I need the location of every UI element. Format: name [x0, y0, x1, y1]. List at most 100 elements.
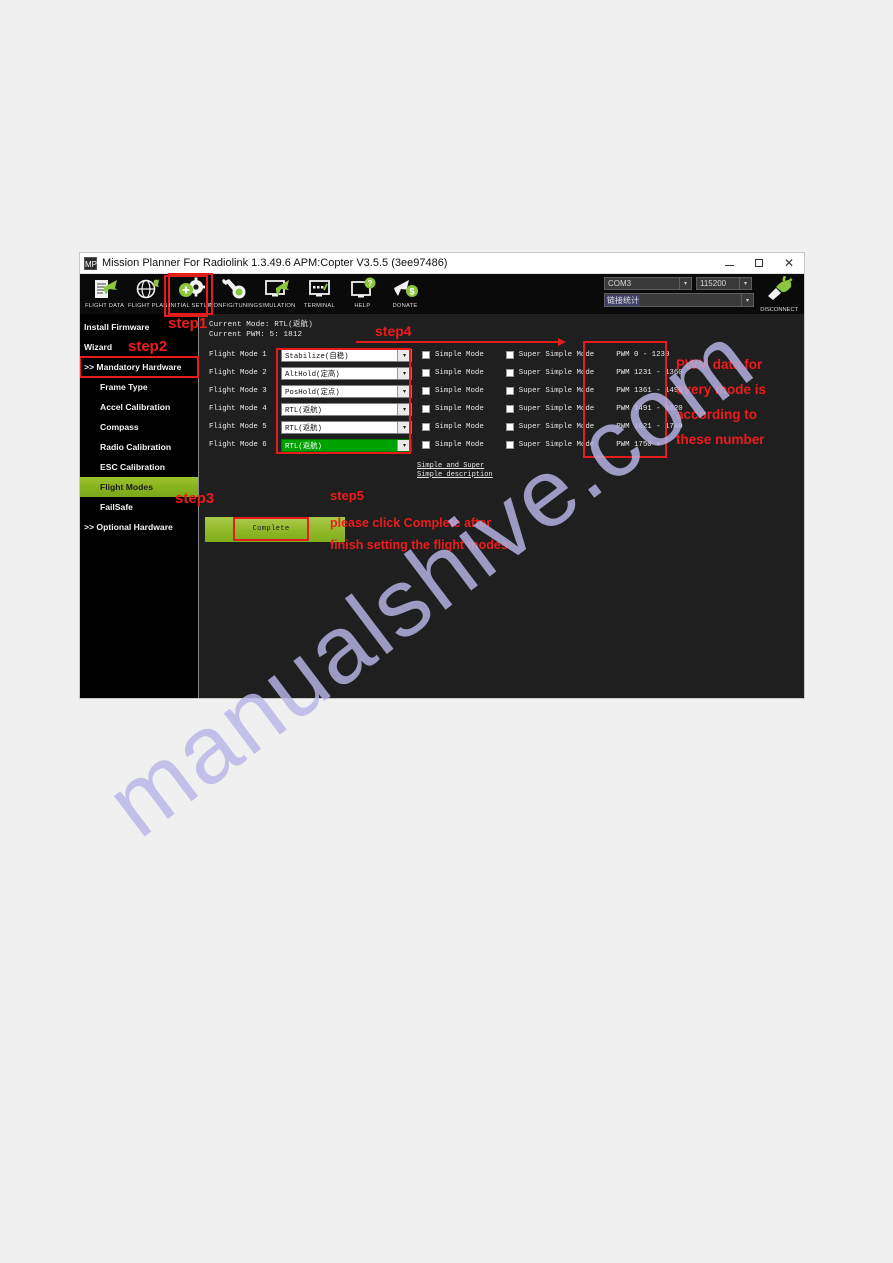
super-simple-mode-checkbox[interactable]: Super Simple Mode: [505, 387, 594, 395]
sidebar-item-compass[interactable]: Compass: [80, 417, 198, 437]
annotation-arrow-line: [356, 341, 560, 343]
checkbox-box: [505, 351, 514, 359]
simple-mode-label: Simple Mode: [435, 387, 484, 395]
sidebar-item-optional-hardware[interactable]: >> Optional Hardware: [80, 517, 198, 537]
annotation-box-initial-setup: [164, 275, 208, 317]
flight-mode-label: Flight Mode 4: [209, 405, 267, 413]
super-simple-mode-checkbox[interactable]: Super Simple Mode: [505, 441, 594, 449]
simple-mode-label: Simple Mode: [435, 405, 484, 413]
simple-description-link[interactable]: Simple and Super Simple description: [417, 462, 493, 479]
simple-mode-checkbox[interactable]: Simple Mode: [422, 405, 484, 413]
chevron-down-icon: ▾: [741, 294, 753, 306]
super-simple-mode-checkbox[interactable]: Super Simple Mode: [505, 405, 594, 413]
checkbox-box: [422, 351, 430, 359]
baud-rate-value: 115200: [700, 279, 727, 288]
annotation-pwm-note-line3: according to: [676, 407, 758, 422]
sidebar-item-label: Wizard: [84, 342, 113, 352]
sidebar-item-label: Flight Modes: [100, 482, 153, 492]
toolbar-item-config-tuning[interactable]: CONFIG/TUNING: [208, 274, 259, 314]
annotation-step5: step5: [330, 488, 364, 503]
window-title: Mission Planner For Radiolink 1.3.49.6 A…: [102, 257, 448, 269]
chevron-down-icon: ▾: [679, 278, 691, 289]
connection-controls: COM3 ▾ 115200 ▾ 链接统计 ▾: [604, 277, 754, 307]
checkbox-box: [505, 387, 514, 395]
toolbar-item-terminal[interactable]: TERMINAL: [298, 274, 341, 314]
flight-data-icon: [92, 276, 118, 301]
toolbar-item-flight-data[interactable]: FLIGHT DATA: [83, 274, 126, 314]
toolbar-item-donate[interactable]: $ DONATE: [384, 274, 427, 314]
toolbar-item-simulation[interactable]: SIMULATION: [255, 274, 298, 314]
super-simple-mode-checkbox[interactable]: Super Simple Mode: [505, 369, 594, 377]
complete-button[interactable]: Complete: [233, 517, 309, 541]
sidebar-item-label: Radio Calibration: [100, 442, 172, 452]
checkbox-box: [422, 369, 430, 377]
sidebar-item-label: Accel Calibration: [100, 402, 171, 412]
donate-icon: $: [392, 276, 420, 301]
minimize-button[interactable]: [714, 253, 744, 273]
current-mode-text: Current Mode: RTL(返航): [209, 321, 313, 329]
sidebar-item-frame-type[interactable]: Frame Type: [80, 377, 198, 397]
simple-mode-checkbox[interactable]: Simple Mode: [422, 423, 484, 431]
simple-mode-label: Simple Mode: [435, 369, 484, 377]
baud-rate-select[interactable]: 115200 ▾: [696, 277, 752, 290]
flight-mode-label: Flight Mode 6: [209, 441, 267, 449]
link-stats-label: 链接统计: [606, 295, 640, 306]
annotation-step4: step4: [375, 323, 412, 339]
flight-mode-label: Flight Mode 3: [209, 387, 267, 395]
checkbox-box: [422, 405, 430, 413]
close-button[interactable]: ✕: [774, 253, 804, 273]
sidebar-item-esc-calibration[interactable]: ESC Calibration: [80, 457, 198, 477]
annotation-complete-note: please click Complete after finish setti…: [330, 512, 508, 556]
toolbar-label: DONATE: [392, 302, 419, 309]
simple-mode-checkbox[interactable]: Simple Mode: [422, 369, 484, 377]
annotation-pwm-note: PWM data for every mode is according to …: [676, 352, 766, 452]
checkbox-box: [422, 387, 430, 395]
flight-plan-icon: [135, 276, 161, 301]
toolbar-label: CONFIG/TUNING: [208, 302, 259, 309]
disconnect-label: DISCONNECT: [760, 306, 798, 313]
annotation-pwm-note-line4: these number: [676, 432, 765, 447]
toolbar-label: SIMULATION: [257, 302, 296, 309]
disconnect-button[interactable]: DISCONNECT: [756, 275, 802, 312]
annotation-complete-note-line2: finish setting the flight modes: [330, 538, 508, 552]
svg-text:$: $: [409, 286, 414, 296]
maximize-button[interactable]: [744, 253, 774, 273]
super-simple-mode-checkbox[interactable]: Super Simple Mode: [505, 423, 594, 431]
sidebar-item-label: Install Firmware: [84, 322, 150, 332]
sidebar-item-label: ESC Calibration: [100, 462, 165, 472]
simple-mode-checkbox[interactable]: Simple Mode: [422, 387, 484, 395]
complete-button-label: Complete: [252, 525, 290, 533]
annotation-box-pwm-column: [583, 341, 667, 458]
terminal-icon: [306, 276, 334, 301]
config-tuning-icon: [220, 276, 248, 301]
checkbox-box: [505, 441, 514, 449]
sidebar-item-radio-calibration[interactable]: Radio Calibration: [80, 437, 198, 457]
com-port-value: COM3: [608, 279, 632, 288]
simple-mode-checkbox[interactable]: Simple Mode: [422, 351, 484, 359]
checkbox-box: [505, 369, 514, 377]
svg-text:?: ?: [367, 279, 372, 288]
com-port-select[interactable]: COM3 ▾: [604, 277, 692, 290]
simple-mode-checkbox[interactable]: Simple Mode: [422, 441, 484, 449]
simulation-icon: [263, 276, 291, 301]
super-simple-mode-checkbox[interactable]: Super Simple Mode: [505, 351, 594, 359]
annotation-pwm-note-line2: every mode is: [676, 382, 767, 397]
simple-description-line1: Simple and Super: [417, 462, 485, 470]
window-titlebar: MP Mission Planner For Radiolink 1.3.49.…: [80, 253, 804, 274]
help-icon: ?: [349, 276, 377, 301]
sidebar-item-label: Compass: [100, 422, 139, 432]
toolbar-label: TERMINAL: [303, 302, 336, 309]
sidebar-item-accel-calibration[interactable]: Accel Calibration: [80, 397, 198, 417]
toolbar-item-flight-plan[interactable]: FLIGHT PLAN: [126, 274, 169, 314]
sidebar-item-mandatory-hardware[interactable]: >> Mandatory Hardware: [80, 356, 199, 378]
checkbox-box: [505, 423, 514, 431]
toolbar-label: FLIGHT PLAN: [127, 302, 168, 309]
window-controls: ✕: [714, 253, 804, 273]
toolbar-item-help[interactable]: ? HELP: [341, 274, 384, 314]
toolbar-label: HELP: [354, 302, 371, 309]
simple-mode-label: Simple Mode: [435, 351, 484, 359]
plug-icon: [764, 275, 794, 305]
flight-mode-label: Flight Mode 2: [209, 369, 267, 377]
app-logo-icon: MP: [84, 256, 97, 270]
annotation-step3: step3: [175, 490, 215, 507]
